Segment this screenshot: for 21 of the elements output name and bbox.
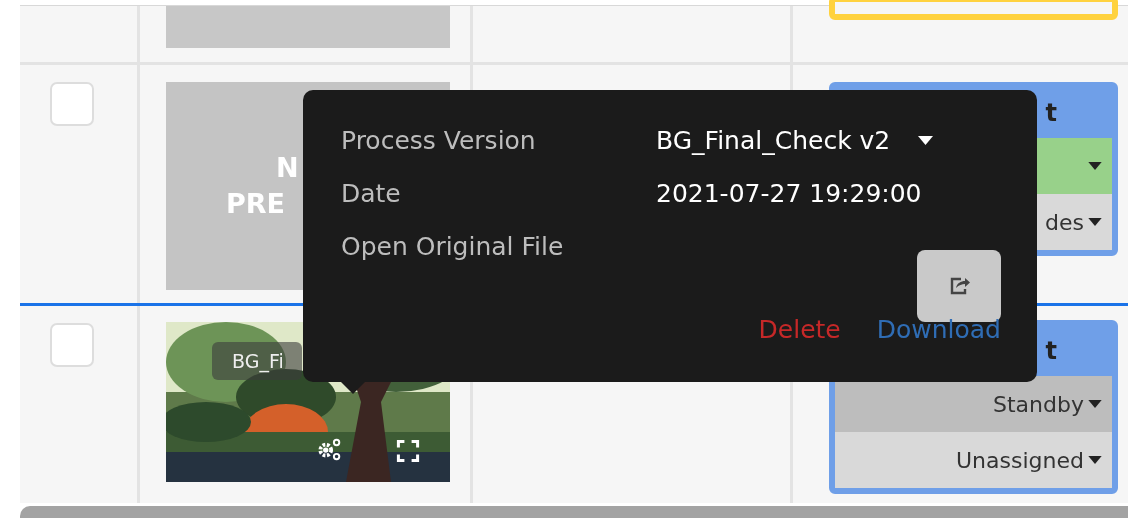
row-checkbox[interactable] bbox=[50, 82, 94, 126]
row-checkbox[interactable] bbox=[50, 323, 94, 367]
thumbnail-label: BG_Fi bbox=[212, 342, 302, 380]
no-preview-text: PRE bbox=[226, 187, 286, 221]
status-dropdown[interactable]: Standby bbox=[835, 376, 1112, 432]
status-card-title: t bbox=[1045, 99, 1057, 127]
status-card-title: t bbox=[1045, 337, 1057, 365]
caret-icon bbox=[1088, 162, 1102, 170]
field-label: Open Original File bbox=[341, 232, 565, 261]
settings-icon[interactable] bbox=[316, 436, 342, 462]
field-label: Process Version bbox=[341, 126, 537, 155]
no-preview-text: N bbox=[276, 151, 299, 185]
status-dropdown[interactable]: Unassigned bbox=[835, 432, 1112, 488]
field-label: Date bbox=[341, 179, 402, 208]
caret-icon bbox=[1088, 218, 1102, 226]
caret-icon bbox=[1088, 456, 1102, 464]
date-value: 2021-07-27 19:29:00 bbox=[656, 179, 923, 208]
caret-icon bbox=[1088, 400, 1102, 408]
caret-icon bbox=[918, 136, 934, 145]
version-select[interactable]: BG_Final_Check v2 bbox=[656, 126, 1001, 155]
fullscreen-icon[interactable] bbox=[396, 439, 420, 463]
